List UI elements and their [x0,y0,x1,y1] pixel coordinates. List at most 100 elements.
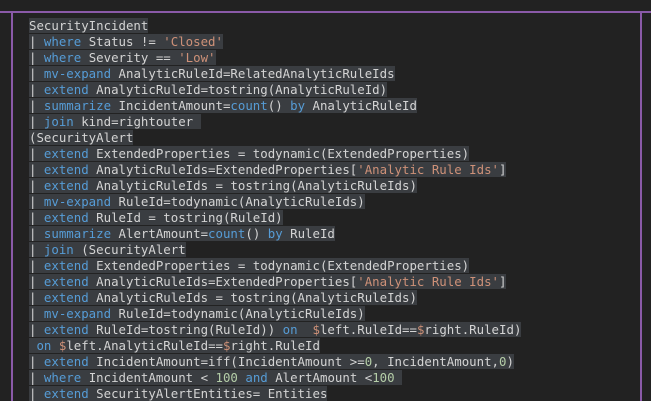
code-token: extend [43,146,89,161]
code-token: | [29,194,44,209]
code-line-text: SecurityIncident [29,18,149,33]
code-token: AnalyticRuleId [305,98,417,113]
code-token: 'Low' [178,50,216,65]
code-token: IncidentAmount= [111,98,231,113]
code-line: | where Severity == 'Low' [29,50,521,66]
code-token: extend [43,162,89,177]
code-token: extend [43,178,89,193]
code-token: Severity == [81,50,179,65]
code-token: | [29,82,44,97]
code-token: | [29,146,44,161]
code-token: extend [43,290,89,305]
code-token: ] [499,274,507,289]
code-token: RuleId=todynamic(AnalyticRuleIds) [111,306,365,321]
code-token: right.RuleId [230,338,320,353]
code-line: | extend ExtendedProperties = todynamic(… [29,146,521,162]
code-line-text: | extend AnalyticRuleIds=ExtendedPropert… [29,274,507,289]
code-line-text: | extend AnalyticRuleIds = tostring(Anal… [29,178,417,193]
code-token: AnalyticRuleIds=ExtendedProperties[ [88,162,358,177]
code-token: ExtendedProperties = todynamic(ExtendedP… [88,258,470,273]
code-token: | [29,322,44,337]
code-token: SecurityAlertEntities= Entities [88,386,328,401]
code-token: (SecurityAlert [73,242,186,257]
code-token: RuleId = tostring(RuleId) [88,210,283,225]
code-token: by [290,98,306,113]
code-line-text: | extend ExtendedProperties = todynamic(… [29,146,470,161]
code-line-text: | extend SecurityAlertEntities= Entities [29,386,328,401]
code-token: $ [312,322,320,337]
code-token: join [43,242,74,257]
code-line-text: | summarize AlertAmount=count() by RuleI… [29,226,335,241]
code-token: 'Analytic Rule Ids' [357,274,499,289]
code-token: AnalyticRuleIds = tostring(AnalyticRuleI… [88,290,417,305]
code-line: | mv-expand RuleId=todynamic(AnalyticRul… [29,306,521,322]
code-line-text: | mv-expand AnalyticRuleId=RelatedAnalyt… [29,66,395,81]
code-token: left.RuleId== [319,322,417,337]
code-line-text: | mv-expand RuleId=todynamic(AnalyticRul… [29,194,365,209]
code-line-text: (SecurityAlert [29,130,134,145]
code-token: IncidentAmount < [81,370,216,385]
code-editor-window: SecurityIncident | where Status != 'Close… [0,0,651,401]
code-line: | extend AnalyticRuleIds = tostring(Anal… [29,290,521,306]
code-line: | extend RuleId = tostring(RuleId) [29,210,521,226]
code-line: | mv-expand RuleId=todynamic(AnalyticRul… [29,194,521,210]
code-token: | [29,162,44,177]
code-line: | where IncidentAmount < 100 and AlertAm… [29,370,521,386]
code-token: summarize [43,98,112,113]
code-line: | extend RuleId=tostring(RuleId)) on $le… [29,322,522,338]
code-line: | extend AnalyticRuleId=tostring(Analyti… [29,82,521,98]
code-token: extend [43,354,89,369]
code-token: and [245,370,268,385]
code-token: where [43,370,82,385]
code-token: 'Analytic Rule Ids' [357,162,499,177]
code-token: | [29,210,44,225]
code-token: | [29,50,44,65]
code-token: where [43,34,82,49]
code-line-text: | extend AnalyticRuleIds = tostring(Anal… [29,290,417,305]
code-token: | [29,178,44,193]
code-line: SecurityIncident [29,18,521,34]
code-token: (SecurityAlert [29,130,134,145]
code-line: | mv-expand AnalyticRuleId=RelatedAnalyt… [29,66,521,82]
code-line-text: | extend RuleId=tostring(RuleId)) on $le… [29,322,522,337]
code-token: extend [43,210,89,225]
code-token: left.AnalyticRuleId== [66,338,223,353]
code-line-text: | where Severity == 'Low' [29,50,216,65]
code-token: ) [506,354,514,369]
code-line-text: | where Status != 'Closed' [29,34,223,49]
code-line: | extend ExtendedProperties = todynamic(… [29,258,521,274]
code-line-text: | extend AnalyticRuleIds=ExtendedPropert… [29,162,507,177]
code-line-text: | where IncidentAmount < 100 and AlertAm… [29,370,403,385]
code-token: AnalyticRuleId=RelatedAnalyticRuleIds [111,66,395,81]
code-token: | [29,114,44,129]
code-line: | extend AnalyticRuleIds=ExtendedPropert… [29,162,521,178]
code-token: () [267,98,291,113]
code-line-text: | extend RuleId = tostring(RuleId) [29,210,283,225]
code-token: | [29,242,44,257]
kql-code-block[interactable]: SecurityIncident | where Status != 'Close… [29,18,522,401]
code-line-text: | extend IncidentAmount=iff(IncidentAmou… [29,354,514,369]
code-line: | extend AnalyticRuleIds = tostring(Anal… [29,178,521,194]
code-line: on $left.AnalyticRuleId==$right.RuleId [29,338,521,354]
code-token: () [245,226,268,241]
code-token: | [29,258,44,273]
code-line: | extend AnalyticRuleIds=ExtendedPropert… [29,274,521,290]
code-token: | [29,370,44,385]
code-token: | [29,66,44,81]
code-token: | [29,34,44,49]
code-token: AnalyticRuleId=tostring(AnalyticRuleId) [88,82,388,97]
code-token: join [43,114,74,129]
code-token: extend [43,322,89,337]
code-token: on [36,338,52,353]
code-line: | summarize IncidentAmount=count() by An… [29,98,521,114]
window-top-border [0,11,651,13]
code-line: (SecurityAlert [29,130,521,146]
code-token: 'Closed' [163,34,223,49]
code-token: kind=rightouter [73,114,201,129]
code-token: RuleId=tostring(RuleId)) [88,322,283,337]
code-token: AnalyticRuleIds=ExtendedProperties[ [88,274,358,289]
code-token: | [29,386,44,401]
code-token: AnalyticRuleIds = tostring(AnalyticRuleI… [88,178,417,193]
